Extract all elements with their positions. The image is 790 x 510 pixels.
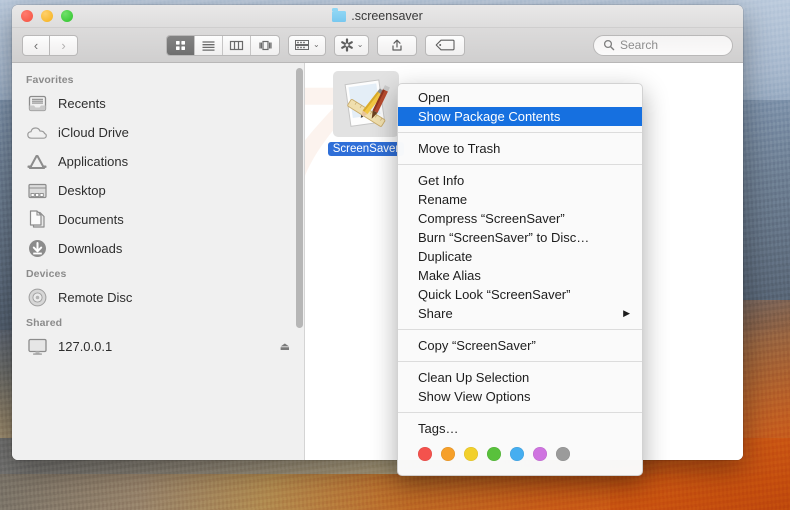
desktop: .screensaver ‹ › ⌄ ⌄ Search Favorites Re…: [0, 0, 790, 510]
icon-view-button[interactable]: [167, 35, 195, 55]
menu-item-burn-to-disc[interactable]: Burn “ScreenSaver” to Disc…: [398, 228, 642, 247]
sidebar-item-127-0-0-1[interactable]: 127.0.0.1 ⏏: [12, 332, 304, 361]
navigation-buttons: ‹ ›: [22, 34, 78, 56]
columns-icon: [229, 40, 244, 50]
orange-tag[interactable]: [441, 447, 455, 461]
menu-item-make-alias[interactable]: Make Alias: [398, 266, 642, 285]
menu-separator: [398, 329, 642, 330]
menu-item-duplicate[interactable]: Duplicate: [398, 247, 642, 266]
share-icon: [392, 39, 403, 51]
window-title-text: .screensaver: [351, 9, 423, 23]
arrange-button[interactable]: ⌄: [288, 34, 326, 56]
tag-icon: [436, 39, 455, 51]
arrange-icon: [295, 40, 309, 50]
sidebar-group-label: Shared: [26, 317, 63, 329]
chevron-down-icon: ⌄: [356, 40, 364, 49]
menu-item-move-to-trash[interactable]: Move to Trash: [398, 139, 642, 158]
menu-item-tags[interactable]: Tags…: [398, 419, 642, 438]
window-title: .screensaver: [12, 8, 743, 23]
gear-icon: [340, 38, 353, 52]
sidebar-item-label: Recents: [58, 96, 106, 111]
downloads-icon: [26, 238, 48, 260]
toolbar: ‹ › ⌄ ⌄ Search: [12, 28, 743, 63]
sidebar-item-label: Documents: [58, 212, 124, 227]
back-button[interactable]: ‹: [22, 34, 50, 56]
menu-item-label: Share: [418, 306, 453, 321]
search-placeholder: Search: [620, 38, 659, 52]
forward-button[interactable]: ›: [50, 34, 78, 56]
sidebar-group-label: Devices: [26, 268, 67, 280]
tags-button[interactable]: [425, 34, 466, 56]
menu-item-show-view-options[interactable]: Show View Options: [398, 387, 642, 406]
sidebar-item-label: Applications: [58, 154, 129, 169]
sidebar-group-label: Favorites: [26, 74, 74, 86]
titlebar[interactable]: .screensaver: [12, 5, 743, 28]
menu-item-get-info[interactable]: Get Info: [398, 171, 642, 190]
tag-color-row: [398, 438, 642, 475]
context-menu: Open Show Package Contents Move to Trash…: [397, 83, 643, 476]
sidebar-item-desktop[interactable]: Desktop: [12, 176, 304, 205]
menu-item-quick-look[interactable]: Quick Look “ScreenSaver”: [398, 285, 642, 304]
application-bundle-icon: [333, 71, 399, 137]
sidebar-item-applications[interactable]: Applications: [12, 147, 304, 176]
folder-icon: [332, 8, 347, 22]
menu-item-show-package-contents[interactable]: Show Package Contents: [398, 107, 642, 126]
applications-icon: [26, 151, 48, 173]
search-field[interactable]: Search: [593, 34, 733, 56]
view-mode-segmented-control: [166, 34, 280, 56]
display-icon: [26, 336, 48, 358]
sidebar: Favorites Recents iCloud Drive Applicati…: [12, 63, 305, 460]
eject-icon[interactable]: ⏏: [280, 340, 290, 353]
list-view-button[interactable]: [195, 35, 223, 55]
sidebar-item-icloud-drive[interactable]: iCloud Drive: [12, 118, 304, 147]
sidebar-item-label: Remote Disc: [58, 290, 133, 305]
action-button[interactable]: ⌄: [333, 34, 370, 56]
icloud-icon: [26, 122, 48, 144]
menu-separator: [398, 412, 642, 413]
menu-separator: [398, 164, 642, 165]
sidebar-scrollbar[interactable]: [296, 68, 303, 328]
gallery-view-button[interactable]: [251, 36, 279, 55]
sidebar-item-remote-disc[interactable]: Remote Disc: [12, 283, 304, 312]
menu-separator: [398, 132, 642, 133]
blue-tag[interactable]: [510, 447, 524, 461]
list-icon: [202, 40, 215, 51]
search-icon: [603, 39, 615, 51]
gray-tag[interactable]: [556, 447, 570, 461]
sidebar-item-label: Downloads: [58, 241, 123, 256]
red-tag[interactable]: [418, 447, 432, 461]
sidebar-item-label: 127.0.0.1: [58, 339, 113, 354]
sidebar-item-label: Desktop: [58, 183, 106, 198]
menu-item-copy[interactable]: Copy “ScreenSaver”: [398, 336, 642, 355]
menu-item-clean-up-selection[interactable]: Clean Up Selection: [398, 368, 642, 387]
menu-separator: [398, 361, 642, 362]
sidebar-item-documents[interactable]: Documents: [12, 205, 304, 234]
green-tag[interactable]: [487, 447, 501, 461]
menu-item-rename[interactable]: Rename: [398, 190, 642, 209]
chevron-down-icon: ⌄: [313, 40, 320, 49]
recents-icon: [26, 93, 48, 115]
submenu-arrow-icon: ▶: [623, 308, 630, 318]
menu-item-open[interactable]: Open: [398, 88, 642, 107]
desktop-icon: [26, 180, 48, 202]
disc-icon: [26, 287, 48, 309]
menu-item-compress[interactable]: Compress “ScreenSaver”: [398, 209, 642, 228]
menu-item-share[interactable]: Share ▶: [398, 304, 642, 323]
sidebar-item-recents[interactable]: Recents: [12, 89, 304, 118]
purple-tag[interactable]: [533, 447, 547, 461]
share-button[interactable]: [377, 34, 418, 56]
grid-icon: [176, 40, 185, 50]
file-name-label[interactable]: ScreenSaver: [327, 142, 405, 156]
sidebar-item-downloads[interactable]: Downloads: [12, 234, 304, 263]
documents-icon: [26, 209, 48, 231]
sidebar-item-label: iCloud Drive: [58, 125, 129, 140]
gallery-icon: [258, 40, 272, 50]
column-view-button[interactable]: [223, 35, 251, 55]
yellow-tag[interactable]: [464, 447, 478, 461]
